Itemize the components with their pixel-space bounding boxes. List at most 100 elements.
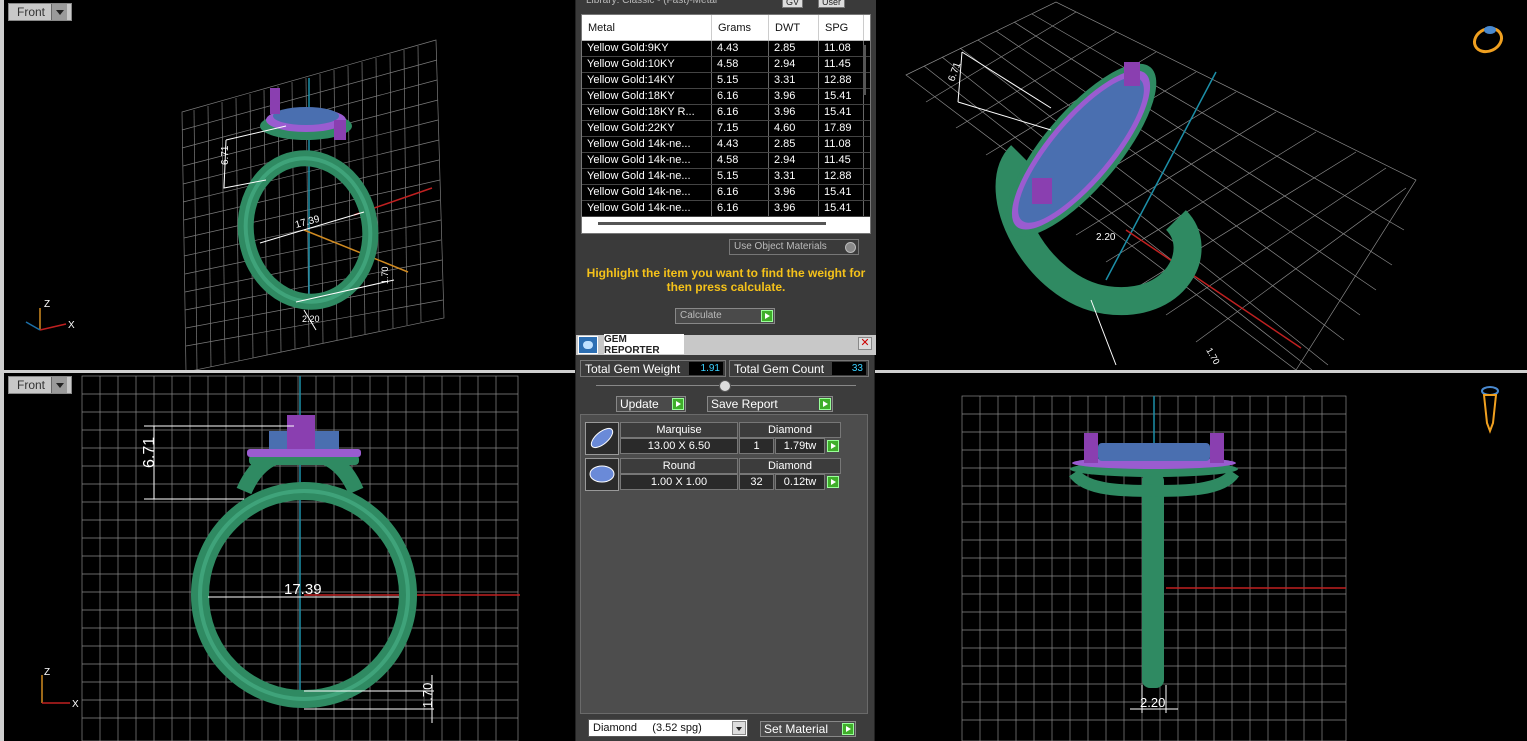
chevron-down-icon[interactable]: [51, 377, 68, 393]
play-arrow-icon[interactable]: [761, 310, 773, 322]
column-header-dwt[interactable]: DWT: [769, 15, 819, 40]
viewport-bottom-right[interactable]: 2.20: [876, 373, 1527, 741]
use-object-materials-toggle[interactable]: Use Object Materials: [729, 239, 859, 255]
gem-qty: 32: [739, 474, 774, 490]
table-row[interactable]: Yellow Gold:9KY 4.43 2.85 11.08: [582, 41, 870, 57]
cell-spg: 11.45: [819, 153, 864, 168]
set-material-button[interactable]: Set Material: [760, 721, 856, 737]
cell-metal: Yellow Gold 14k-ne...: [582, 185, 712, 200]
close-icon[interactable]: ✕: [858, 337, 872, 350]
update-button[interactable]: Update: [616, 396, 686, 412]
gem-row-marquise[interactable]: Marquise Diamond 13.00 X 6.50 1 1.79tw: [585, 422, 845, 456]
viewport-top-left[interactable]: 6.71 17.39 1.70 2.20 Z X Front: [4, 0, 575, 370]
cell-dwt: 2.85: [769, 137, 819, 152]
user-button[interactable]: User: [818, 0, 846, 8]
table-row[interactable]: Yellow Gold 14k-ne... 6.16 3.96 15.41: [582, 201, 870, 217]
viewport-border-left: [0, 0, 4, 741]
round-gem-icon: [585, 458, 619, 491]
table-row[interactable]: Yellow Gold:18KY 6.16 3.96 15.41: [582, 89, 870, 105]
dim-label-width: 2.20: [302, 314, 320, 324]
update-label: Update: [620, 397, 659, 411]
column-header-metal[interactable]: Metal: [582, 15, 712, 40]
viewport-view-label: Front: [17, 5, 46, 19]
cell-grams: 6.16: [712, 201, 769, 216]
metal-weight-panel: Library: Classic - (Fast)-Metal GV User …: [576, 0, 876, 335]
cell-grams: 4.58: [712, 57, 769, 72]
cell-dwt: 3.96: [769, 105, 819, 120]
play-arrow-icon[interactable]: [672, 398, 684, 410]
calculate-button[interactable]: Calculate: [675, 308, 775, 324]
round-gem-graphic: [589, 465, 615, 483]
table-row[interactable]: Yellow Gold 14k-ne... 4.43 2.85 11.08: [582, 137, 870, 153]
table-row[interactable]: Yellow Gold:22KY 7.15 4.60 17.89: [582, 121, 870, 137]
viewport-bottom-left[interactable]: 6.71 17.39 1.70 Z X Front: [4, 373, 575, 741]
gem-material: Diamond: [739, 458, 841, 474]
dim-label-band: 1.70: [380, 266, 390, 284]
cell-grams: 6.16: [712, 89, 769, 104]
column-header-spg[interactable]: SPG: [819, 15, 864, 40]
cell-metal: Yellow Gold:14KY: [582, 73, 712, 88]
cell-dwt: 2.94: [769, 153, 819, 168]
cell-grams: 5.15: [712, 169, 769, 184]
collapse-toggle-icon[interactable]: [719, 380, 731, 392]
cell-dwt: 3.31: [769, 169, 819, 184]
dim-label-band: 1.70: [1204, 346, 1221, 366]
viewport-view-menu[interactable]: Front: [8, 3, 73, 21]
cell-dwt: 4.60: [769, 121, 819, 136]
chevron-down-icon[interactable]: [732, 721, 746, 735]
material-select[interactable]: Diamond (3.52 spg): [588, 719, 748, 737]
app-window: 6.71 17.39 1.70 2.20 Z X Front 6.71 2.20…: [0, 0, 1527, 741]
gv-button[interactable]: GV: [782, 0, 804, 8]
table-row[interactable]: Yellow Gold:10KY 4.58 2.94 11.45: [582, 57, 870, 73]
dim-label-band: 1.70: [420, 683, 435, 708]
dim-label-height: 6.71: [220, 145, 231, 165]
play-arrow-icon[interactable]: [819, 398, 831, 410]
dim-label-width: 2.20: [1140, 695, 1165, 710]
table-row[interactable]: Yellow Gold 14k-ne... 4.58 2.94 11.45: [582, 153, 870, 169]
save-report-button[interactable]: Save Report: [707, 396, 833, 412]
set-material-label: Set Material: [764, 722, 829, 736]
radio-icon[interactable]: [845, 242, 856, 253]
table-row[interactable]: Yellow Gold:14KY 5.15 3.31 12.88: [582, 73, 870, 89]
gem-shape: Marquise: [620, 422, 738, 438]
vertical-scrollbar[interactable]: [863, 45, 866, 95]
chevron-down-icon[interactable]: [51, 4, 68, 20]
side-panel: Library: Classic - (Fast)-Metal GV User …: [575, 0, 876, 741]
cell-metal: Yellow Gold:9KY: [582, 41, 712, 56]
viewport-bottom-left-scene: 6.71 17.39 1.70 Z X: [41, 375, 520, 741]
cell-spg: 17.89: [819, 121, 864, 136]
cell-metal: Yellow Gold:22KY: [582, 121, 712, 136]
gem-weight: 0.12tw: [775, 474, 825, 490]
cell-metal: Yellow Gold:18KY R...: [582, 105, 712, 120]
cell-dwt: 3.96: [769, 185, 819, 200]
pendant-view-icon[interactable]: [1481, 386, 1499, 434]
cell-dwt: 3.31: [769, 73, 819, 88]
gem-row-round[interactable]: Round Diamond 1.00 X 1.00 32 0.12tw: [585, 458, 845, 492]
gem-shape: Round: [620, 458, 738, 474]
table-row[interactable]: Yellow Gold 14k-ne... 6.16 3.96 15.41: [582, 185, 870, 201]
gem-material: Diamond: [739, 422, 841, 438]
total-gem-weight-value: 1.91: [689, 362, 723, 375]
play-arrow-icon[interactable]: [827, 440, 839, 452]
table-row[interactable]: Yellow Gold:18KY R... 6.16 3.96 15.41: [582, 105, 870, 121]
gem-reporter-titlebar: GEM REPORTER ✕: [576, 334, 876, 356]
cell-grams: 5.15: [712, 73, 769, 88]
viewport-top-right[interactable]: 6.71 2.20 1.70: [876, 0, 1527, 370]
cell-metal: Yellow Gold 14k-ne...: [582, 153, 712, 168]
metal-table[interactable]: Metal Grams DWT SPG Yellow Gold:9KY 4.43 2…: [581, 14, 871, 234]
total-gem-count-label: Total Gem Count: [734, 362, 825, 376]
instruction-text: Highlight the item you want to find the …: [586, 266, 866, 294]
horizontal-scrollbar[interactable]: [598, 222, 826, 225]
column-header-grams[interactable]: Grams: [712, 15, 769, 40]
cell-dwt: 3.96: [769, 201, 819, 216]
ring-view-icon[interactable]: [1471, 24, 1506, 56]
viewport-view-menu[interactable]: Front: [8, 376, 73, 394]
play-arrow-icon[interactable]: [842, 723, 854, 735]
table-row[interactable]: Yellow Gold 14k-ne... 5.15 3.31 12.88: [582, 169, 870, 185]
gem-weight: 1.79tw: [775, 438, 825, 454]
cell-spg: 15.41: [819, 201, 864, 216]
axis-gizmo: Z X: [41, 667, 79, 710]
play-arrow-icon[interactable]: [827, 476, 839, 488]
axis-z-label: Z: [44, 667, 50, 678]
axis-x-label: X: [72, 699, 79, 710]
